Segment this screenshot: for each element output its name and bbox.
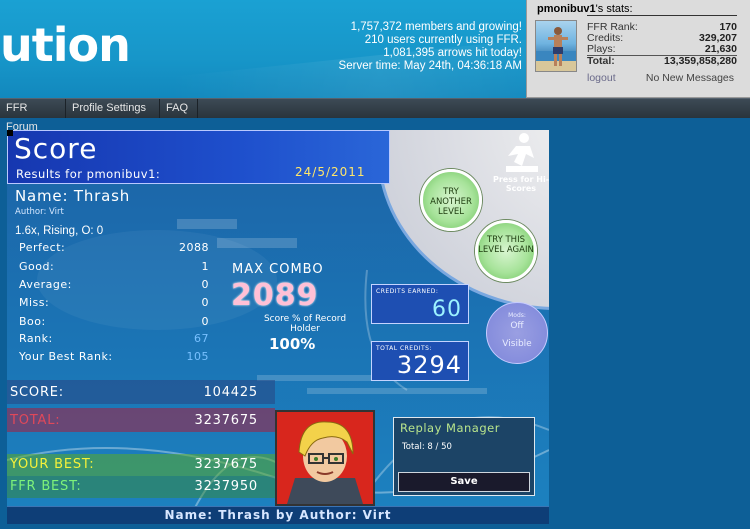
try-another-level-button[interactable]: TRY ANOTHER LEVEL (420, 169, 482, 231)
nav-faq[interactable]: FAQ (160, 99, 198, 118)
credits-earned-box: CREDITS EARNED: 60 (371, 284, 469, 324)
nav-ffr-forum[interactable]: FFR Forum (0, 99, 66, 133)
results-for: Results for pmonibuv1: (16, 167, 161, 181)
judge-label: Average: (19, 278, 72, 291)
server-time: Server time: May 24th, 04:36:18 AM (338, 60, 522, 72)
deco-stripe (257, 375, 377, 381)
score-title: Score (14, 132, 98, 165)
your-best-row: YOUR BEST: 3237675 (10, 457, 272, 472)
divider (587, 15, 737, 16)
try-level-again-button[interactable]: TRY THIS LEVEL AGAIN (475, 220, 537, 282)
score-row: SCORE: 104425 (10, 385, 272, 400)
judge-value: 0 (201, 315, 209, 328)
judge-average: Average: 0 (19, 279, 209, 291)
deco-stripe (307, 388, 487, 394)
mods-title: Mods: (508, 312, 526, 319)
trophy-figure-icon (506, 133, 538, 172)
judge-label: Perfect: (19, 241, 66, 254)
replay-manager-title: Replay Manager (400, 421, 500, 435)
judge-good: Good: 1 (19, 261, 209, 273)
replay-manager: Replay Manager Total: 8 / 50 Save (393, 417, 535, 496)
press-hiscores-button[interactable]: Press for Hi-Scores (493, 175, 549, 193)
score-label: SCORE: (10, 385, 64, 400)
deco-stripe (177, 219, 237, 229)
judge-value: 0 (201, 278, 209, 291)
ffr-best-label: FFR BEST: (10, 479, 82, 494)
judge-value: 1 (201, 260, 209, 273)
judge-label: Good: (19, 260, 55, 273)
try-another-label: TRY ANOTHER LEVEL (430, 187, 472, 217)
total-label: TOTAL: (10, 413, 61, 428)
avatar[interactable] (535, 20, 577, 72)
judge-label: Your Best Rank: (19, 350, 113, 363)
deco-stripe (217, 238, 297, 248)
judge-boo: Boo: 0 (19, 316, 209, 328)
your-best-value: 3237675 (194, 457, 258, 472)
your-best-label: YOUR BEST: (10, 457, 95, 472)
nav-bar: FFR Forum Profile Settings FAQ (0, 98, 750, 133)
stat-plays: Plays: 21,630 (587, 44, 737, 55)
stat-label: Plays: (587, 43, 616, 55)
judge-miss: Miss: 0 (19, 297, 209, 309)
arrows-hit: 1,081,395 arrows hit today! (383, 47, 522, 59)
judge-best-rank: Your Best Rank: 105 (19, 351, 209, 363)
site-logo[interactable]: ution (0, 22, 131, 68)
score-percent-label: Score % of Record Holder (263, 314, 347, 334)
ffr-best-value: 3237950 (194, 479, 258, 494)
username[interactable]: pmonibuv1 (537, 3, 596, 15)
total-credits-value: 3294 (396, 351, 462, 379)
judge-label: Boo: (19, 315, 46, 328)
judge-perfect: Perfect: 2088 (19, 242, 209, 254)
total-row: TOTAL: 3237675 (10, 413, 272, 428)
nav-profile-settings[interactable]: Profile Settings (66, 99, 160, 118)
hiscores-icon[interactable] (500, 132, 544, 174)
mods-box[interactable]: Mods: Off Visible (486, 302, 548, 364)
user-stats-heading: pmonibuv1's stats: (537, 3, 633, 15)
judge-label: Miss: (19, 296, 50, 309)
users-online: 210 users currently using FFR. (364, 34, 522, 46)
song-name: Name: Thrash (15, 187, 131, 205)
score-value: 104425 (203, 385, 258, 400)
max-combo-label: MAX COMBO (232, 262, 324, 277)
max-combo-value: 2089 (231, 278, 319, 313)
user-stats-box: pmonibuv1's stats: FFR Rank: 170 Credits… (526, 0, 750, 98)
mods-line-2: Visible (502, 339, 532, 349)
score-percent-value: 100% (269, 335, 316, 353)
score-banner: Score Results for pmonibuv1: 24/5/2011 (7, 130, 390, 184)
judge-value: 2088 (179, 241, 209, 254)
judge-value: 105 (186, 350, 209, 363)
save-replay-button[interactable]: Save (398, 472, 530, 492)
stat-label: Total: (587, 55, 615, 67)
stat-value: 13,359,858,280 (664, 55, 737, 67)
judge-label: Rank: (19, 332, 53, 345)
judge-value: 67 (194, 332, 209, 345)
judge-rank: Rank: 67 (19, 333, 209, 345)
score-results-panel: Score Results for pmonibuv1: 24/5/2011 N… (7, 130, 549, 524)
mods-line: 1.6x, Rising, O: 0 (15, 225, 104, 237)
messages-link[interactable]: No New Messages (646, 72, 734, 84)
ffr-best-row: FFR BEST: 3237950 (10, 479, 272, 494)
stat-value: 21,630 (704, 43, 737, 55)
mods-line-1: Off (510, 321, 524, 331)
credits-earned-value: 60 (432, 297, 462, 322)
character-face-icon (277, 412, 373, 504)
song-footer: Name: Thrash by Author: Virt (7, 506, 549, 524)
total-value: 3237675 (194, 413, 258, 428)
stat-total: Total: 13,359,858,280 (587, 55, 737, 67)
replay-total: Total: 8 / 50 (402, 442, 452, 452)
character-portrait (275, 410, 375, 506)
server-stats: 1,757,372 members and growing! 210 users… (339, 21, 522, 73)
result-date: 24/5/2011 (295, 165, 366, 179)
credits-earned-label: CREDITS EARNED: (376, 288, 439, 295)
logout-link[interactable]: logout (587, 72, 616, 84)
stats-suffix: 's stats: (595, 3, 633, 15)
song-author: Author: Virt (15, 207, 64, 217)
try-again-label: TRY THIS LEVEL AGAIN (478, 235, 534, 255)
judge-value: 0 (201, 296, 209, 309)
total-credits-box: TOTAL CREDITS: 3294 (371, 341, 469, 381)
members-count: 1,757,372 members and growing! (350, 21, 522, 33)
corner-marker (7, 130, 13, 136)
avatar-person-icon (536, 27, 576, 71)
